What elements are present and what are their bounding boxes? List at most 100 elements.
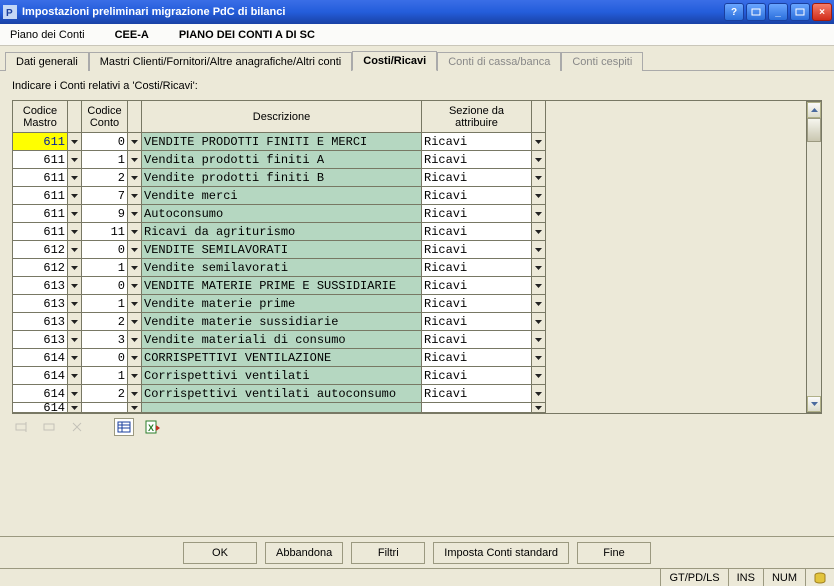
- table-row[interactable]: 613 2 Vendite materie sussidiarieRicavi: [13, 313, 806, 331]
- cell-descrizione[interactable]: Corrispettivi ventilati: [142, 367, 422, 385]
- cell-conto[interactable]: 0: [82, 133, 128, 151]
- conto-dropdown[interactable]: [128, 205, 142, 223]
- sezione-dropdown[interactable]: [532, 241, 546, 259]
- cell-mastro[interactable]: 614: [13, 367, 68, 385]
- sezione-dropdown[interactable]: [532, 403, 546, 413]
- cell-descrizione[interactable]: VENDITE SEMILAVORATI: [142, 241, 422, 259]
- mastro-dropdown[interactable]: [68, 241, 82, 259]
- cell-sezione[interactable]: Ricavi: [422, 277, 532, 295]
- mastro-dropdown[interactable]: [68, 295, 82, 313]
- table-row[interactable]: 6141Corrispettivi ventilatiRicavi: [13, 367, 806, 385]
- cell-sezione[interactable]: Ricavi: [422, 331, 532, 349]
- conto-dropdown[interactable]: [128, 169, 142, 187]
- sezione-dropdown[interactable]: [532, 187, 546, 205]
- close-button[interactable]: ×: [812, 3, 832, 21]
- sezione-dropdown[interactable]: [532, 133, 546, 151]
- sezione-dropdown[interactable]: [532, 205, 546, 223]
- scroll-down-button[interactable]: [807, 396, 821, 412]
- cell-mastro[interactable]: 611: [13, 151, 68, 169]
- tab-mastri[interactable]: Mastri Clienti/Fornitori/Altre anagrafic…: [89, 52, 352, 71]
- sezione-dropdown[interactable]: [532, 169, 546, 187]
- help-button[interactable]: ?: [724, 3, 744, 21]
- cell-mastro[interactable]: 611: [13, 133, 68, 151]
- cell-descrizione[interactable]: Vendite materie prime: [142, 295, 422, 313]
- mastro-dropdown[interactable]: [68, 331, 82, 349]
- cell-sezione[interactable]: Ricavi: [422, 187, 532, 205]
- cell-descrizione[interactable]: VENDITE MATERIE PRIME E SUSSIDIARIE: [142, 277, 422, 295]
- table-row[interactable]: 6119AutoconsumoRicavi: [13, 205, 806, 223]
- col-descrizione[interactable]: Descrizione: [142, 101, 422, 133]
- cell-descrizione[interactable]: Autoconsumo: [142, 205, 422, 223]
- cell-mastro[interactable]: 611: [13, 169, 68, 187]
- scroll-track[interactable]: [807, 118, 821, 396]
- cell-mastro[interactable]: 611: [13, 187, 68, 205]
- table-row[interactable]: 614 0 CORRISPETTIVI VENTILAZIONERicavi: [13, 349, 806, 367]
- mastro-dropdown[interactable]: [68, 385, 82, 403]
- cell-mastro[interactable]: 614: [13, 385, 68, 403]
- col-codice-conto[interactable]: Codice Conto: [82, 101, 128, 133]
- mastro-dropdown[interactable]: [68, 367, 82, 385]
- table-row[interactable]: 6142Corrispettivi ventilati autoconsumoR…: [13, 385, 806, 403]
- cell-conto[interactable]: 2: [82, 313, 128, 331]
- conto-dropdown[interactable]: [128, 241, 142, 259]
- sezione-dropdown[interactable]: [532, 277, 546, 295]
- cell-sezione[interactable]: Ricavi: [422, 313, 532, 331]
- tab-costi-ricavi[interactable]: Costi/Ricavi: [352, 51, 437, 71]
- cell-mastro[interactable]: 613: [13, 331, 68, 349]
- cell-sezione[interactable]: [422, 403, 532, 413]
- cell-conto[interactable]: [82, 403, 128, 413]
- conto-dropdown[interactable]: [128, 313, 142, 331]
- maximize-button[interactable]: [790, 3, 810, 21]
- mastro-dropdown[interactable]: [68, 223, 82, 241]
- sezione-dropdown[interactable]: [532, 295, 546, 313]
- table-row[interactable]: 6120VENDITE SEMILAVORATIRicavi: [13, 241, 806, 259]
- cell-descrizione[interactable]: [142, 403, 422, 413]
- col-sezione[interactable]: Sezione da attribuire: [422, 101, 532, 133]
- cell-conto[interactable]: 2: [82, 385, 128, 403]
- cell-descrizione[interactable]: CORRISPETTIVI VENTILAZIONE: [142, 349, 422, 367]
- conto-dropdown[interactable]: [128, 223, 142, 241]
- table-row[interactable]: 614: [13, 403, 806, 413]
- cell-sezione[interactable]: Ricavi: [422, 151, 532, 169]
- cell-descrizione[interactable]: Vendite merci: [142, 187, 422, 205]
- cell-mastro[interactable]: 613: [13, 313, 68, 331]
- conto-dropdown[interactable]: [128, 349, 142, 367]
- cell-mastro[interactable]: 611: [13, 223, 68, 241]
- filter-button[interactable]: Filtri: [351, 542, 425, 564]
- cell-sezione[interactable]: Ricavi: [422, 223, 532, 241]
- mastro-dropdown[interactable]: [68, 187, 82, 205]
- cell-conto[interactable]: 0: [82, 349, 128, 367]
- table-row[interactable]: 613 3 Vendite materiali di consumoRicavi: [13, 331, 806, 349]
- mastro-dropdown[interactable]: [68, 169, 82, 187]
- sezione-dropdown[interactable]: [532, 367, 546, 385]
- table-row[interactable]: 611 7 Vendite merciRicavi: [13, 187, 806, 205]
- end-button[interactable]: Fine: [577, 542, 651, 564]
- sezione-dropdown[interactable]: [532, 385, 546, 403]
- cell-descrizione[interactable]: VENDITE PRODOTTI FINITI E MERCI: [142, 133, 422, 151]
- cell-descrizione[interactable]: Vendita prodotti finiti A: [142, 151, 422, 169]
- cell-mastro[interactable]: 612: [13, 241, 68, 259]
- cell-sezione[interactable]: Ricavi: [422, 205, 532, 223]
- mastro-dropdown[interactable]: [68, 349, 82, 367]
- cell-mastro[interactable]: 614: [13, 349, 68, 367]
- cell-conto[interactable]: 7: [82, 187, 128, 205]
- scroll-thumb[interactable]: [807, 118, 821, 142]
- conto-dropdown[interactable]: [128, 403, 142, 413]
- cell-sezione[interactable]: Ricavi: [422, 295, 532, 313]
- cell-sezione[interactable]: Ricavi: [422, 349, 532, 367]
- vertical-scrollbar[interactable]: [806, 101, 822, 413]
- cell-conto[interactable]: 1: [82, 151, 128, 169]
- cell-descrizione[interactable]: Vendite materiali di consumo: [142, 331, 422, 349]
- table-row[interactable]: 611 1 Vendita prodotti finiti ARicavi: [13, 151, 806, 169]
- sezione-dropdown[interactable]: [532, 331, 546, 349]
- sezione-dropdown[interactable]: [532, 313, 546, 331]
- cell-conto[interactable]: 11: [82, 223, 128, 241]
- cell-conto[interactable]: 3: [82, 331, 128, 349]
- cell-mastro[interactable]: 612: [13, 259, 68, 277]
- cell-descrizione[interactable]: Corrispettivi ventilati autoconsumo: [142, 385, 422, 403]
- table-row[interactable]: 6130VENDITE MATERIE PRIME E SUSSIDIARIER…: [13, 277, 806, 295]
- cell-sezione[interactable]: Ricavi: [422, 367, 532, 385]
- cancel-button[interactable]: Abbandona: [265, 542, 343, 564]
- cell-descrizione[interactable]: Vendite materie sussidiarie: [142, 313, 422, 331]
- mastro-dropdown[interactable]: [68, 133, 82, 151]
